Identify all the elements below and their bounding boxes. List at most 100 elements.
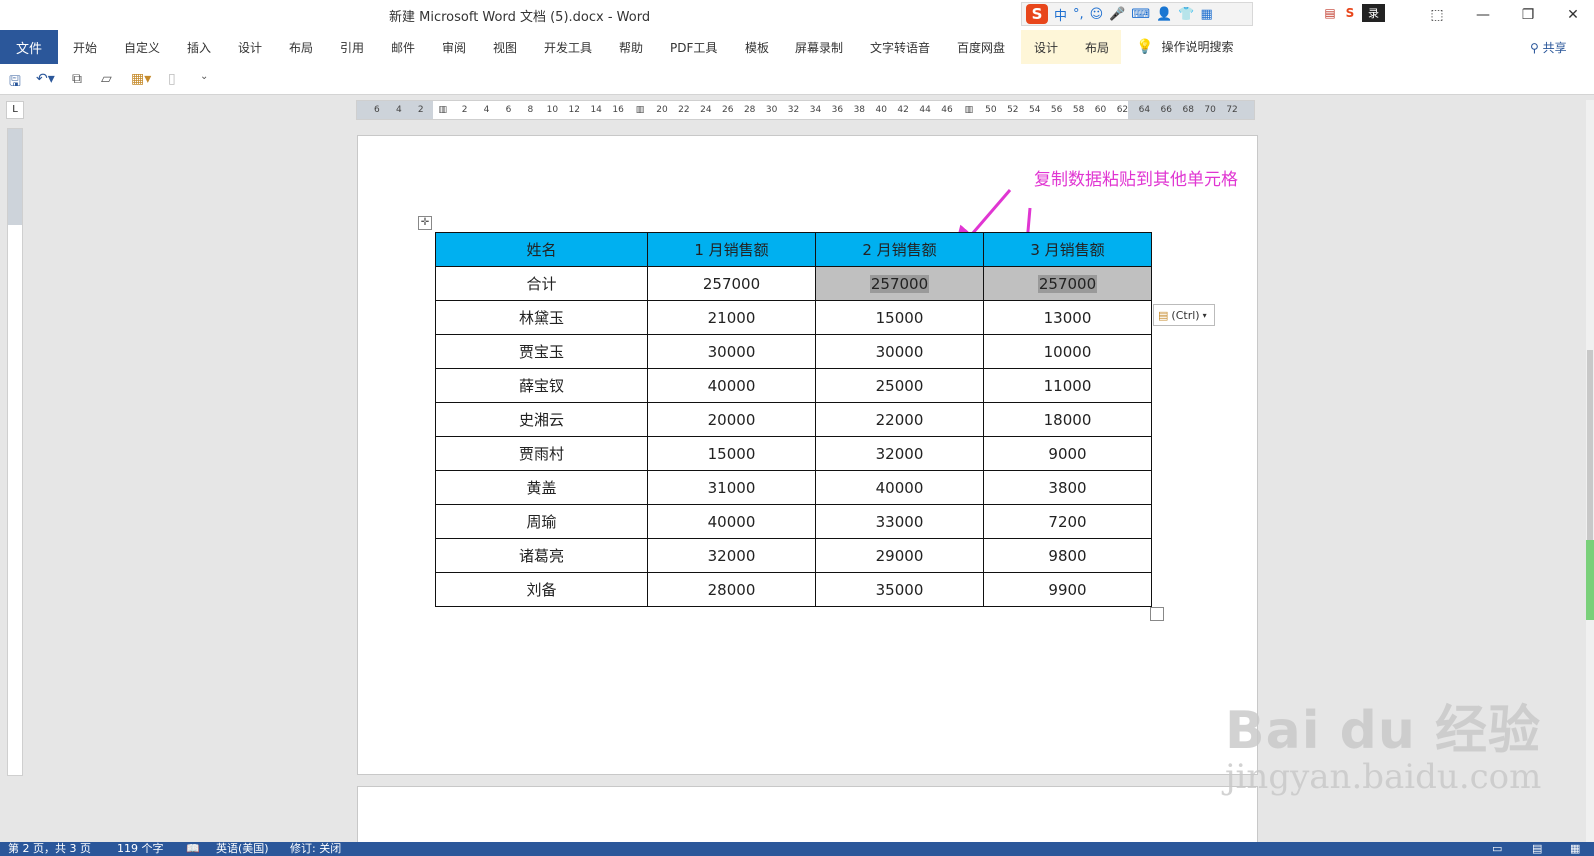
table-cell[interactable]: 15000 [815,300,984,335]
tab-pdf-tools[interactable]: PDF工具 [670,39,717,56]
table-cell[interactable]: 10000 [983,334,1152,369]
table-cell[interactable]: 合计 [435,266,648,301]
table-cell[interactable]: 35000 [815,572,984,607]
table-cell[interactable]: 薛宝钗 [435,368,648,403]
table-cell[interactable]: 31000 [647,470,816,505]
tab-review[interactable]: 审阅 [442,39,466,56]
table-cell[interactable]: 7200 [983,504,1152,539]
table-cell[interactable]: 40000 [647,368,816,403]
table-cell[interactable]: 25000 [815,368,984,403]
vertical-ruler[interactable] [7,128,23,776]
table-cell[interactable]: 257000 [647,266,816,301]
page-count[interactable]: 第 2 页，共 3 页 [8,842,91,856]
tab-custom[interactable]: 自定义 [124,39,160,56]
tab-references[interactable]: 引用 [340,39,364,56]
new-document-icon[interactable]: ▯ [168,71,176,87]
table-cell[interactable]: 21000 [647,300,816,335]
tab-help[interactable]: 帮助 [619,39,643,56]
table-cell[interactable]: 20000 [647,402,816,437]
table-cell[interactable]: 40000 [815,470,984,505]
save-icon[interactable]: 🖫 [9,71,21,95]
tab-insert[interactable]: 插入 [187,39,211,56]
table-cell[interactable]: 13000 [983,300,1152,335]
table-cell[interactable]: 刘备 [435,572,648,607]
table-cell[interactable]: 9000 [983,436,1152,471]
tab-view[interactable]: 视图 [493,39,517,56]
header-feb[interactable]: 2 月销售额 [815,232,984,267]
table-move-handle[interactable]: ✛ [418,216,432,230]
tab-mailings[interactable]: 邮件 [391,39,415,56]
tab-screen-record[interactable]: 屏幕录制 [795,39,843,56]
table-cell[interactable]: 周瑜 [435,504,648,539]
selected-cell[interactable]: 257000 [815,266,984,301]
tab-table-layout[interactable]: 布局 [1085,39,1109,56]
ime-keyboard-icon[interactable]: ⌨ [1131,7,1150,22]
ime-toolbox-icon[interactable]: ▦ [1201,7,1213,22]
ime-user-icon[interactable]: 👤 [1156,7,1172,22]
header-mar[interactable]: 3 月销售额 [983,232,1152,267]
tab-design[interactable]: 设计 [238,39,262,56]
vertical-scrollbar[interactable] [1586,100,1594,842]
restore-icon[interactable]: ❐ [1513,4,1543,26]
table-cell[interactable]: 32000 [815,436,984,471]
table-cell[interactable]: 9900 [983,572,1152,607]
tab-layout[interactable]: 布局 [289,39,313,56]
web-layout-icon[interactable]: ▦ [1570,842,1580,856]
table-cell[interactable]: 黄盖 [435,470,648,505]
tab-template[interactable]: 模板 [745,39,769,56]
close-icon[interactable]: ✕ [1558,4,1588,26]
pdf-icon[interactable]: ▤ [1322,5,1338,21]
tab-home[interactable]: 开始 [73,39,97,56]
share-button[interactable]: ⚲ 共享 [1530,39,1567,56]
word-count[interactable]: 119 个字 [117,842,164,856]
comment-icon[interactable]: ▱ [101,71,112,87]
table-resize-handle[interactable] [1150,607,1164,621]
table-cell[interactable]: 30000 [647,334,816,369]
ribbon-display-options-icon[interactable]: ⬚ [1422,4,1452,26]
header-name[interactable]: 姓名 [435,232,648,267]
table-cell[interactable]: 林黛玉 [435,300,648,335]
tab-table-design[interactable]: 设计 [1034,39,1058,56]
paste-icon[interactable]: ▦▾ [131,71,151,87]
selected-cell[interactable]: 257000 [983,266,1152,301]
tab-developer[interactable]: 开发工具 [544,39,592,56]
read-mode-icon[interactable]: ▭ [1492,842,1502,856]
horizontal-ruler[interactable]: 6 4 2 ▥ 2 4 6 8 10 12 14 16 ▥ 20 22 24 26 28 30 32 34 36 38 40 4… [356,100,1255,120]
table-cell[interactable]: 诸葛亮 [435,538,648,573]
ime-chinese-mode[interactable]: 中 [1054,5,1067,24]
table-cell[interactable]: 11000 [983,368,1152,403]
header-jan[interactable]: 1 月销售额 [647,232,816,267]
table-cell[interactable]: 30000 [815,334,984,369]
print-layout-icon[interactable]: ▤ [1532,842,1542,856]
next-page[interactable] [357,786,1258,846]
table-cell[interactable]: 32000 [647,538,816,573]
table-cell[interactable]: 33000 [815,504,984,539]
table-cell[interactable]: 18000 [983,402,1152,437]
table-cell[interactable]: 28000 [647,572,816,607]
table-cell[interactable]: 贾宝玉 [435,334,648,369]
ime-toolbar[interactable]: S 中 °, ☺ 🎤 ⌨ 👤 👕 ▦ [1021,2,1253,26]
ime-punctuation-icon[interactable]: °, [1073,7,1084,22]
copy-format-icon[interactable]: ⧉ [72,71,82,87]
table-cell[interactable]: 史湘云 [435,402,648,437]
table-cell[interactable]: 15000 [647,436,816,471]
sogou-tray-icon[interactable]: S [1342,5,1358,21]
paste-options-button[interactable]: ▤ (Ctrl) ▾ [1153,304,1215,326]
table-cell[interactable]: 29000 [815,538,984,573]
table-cell[interactable]: 9800 [983,538,1152,573]
track-changes-status[interactable]: 修订: 关闭 [290,842,341,856]
ime-microphone-icon[interactable]: 🎤 [1109,7,1125,22]
login-label[interactable]: 录 [1362,4,1385,22]
table-cell[interactable]: 40000 [647,504,816,539]
ime-emoji-icon[interactable]: ☺ [1090,7,1104,22]
tab-baidu-netdisk[interactable]: 百度网盘 [957,39,1005,56]
tab-selector[interactable]: L [6,101,24,119]
minimize-icon[interactable]: — [1468,4,1498,26]
tell-me-search[interactable]: 💡 操作说明搜索 [1136,38,1233,55]
ime-skin-icon[interactable]: 👕 [1178,7,1194,22]
table-cell[interactable]: 贾雨村 [435,436,648,471]
language-status[interactable]: 英语(美国) [216,842,269,856]
tab-text-to-speech[interactable]: 文字转语音 [870,39,930,56]
tab-file[interactable]: 文件 [0,30,58,64]
proofing-icon[interactable]: 📖 [186,842,200,856]
